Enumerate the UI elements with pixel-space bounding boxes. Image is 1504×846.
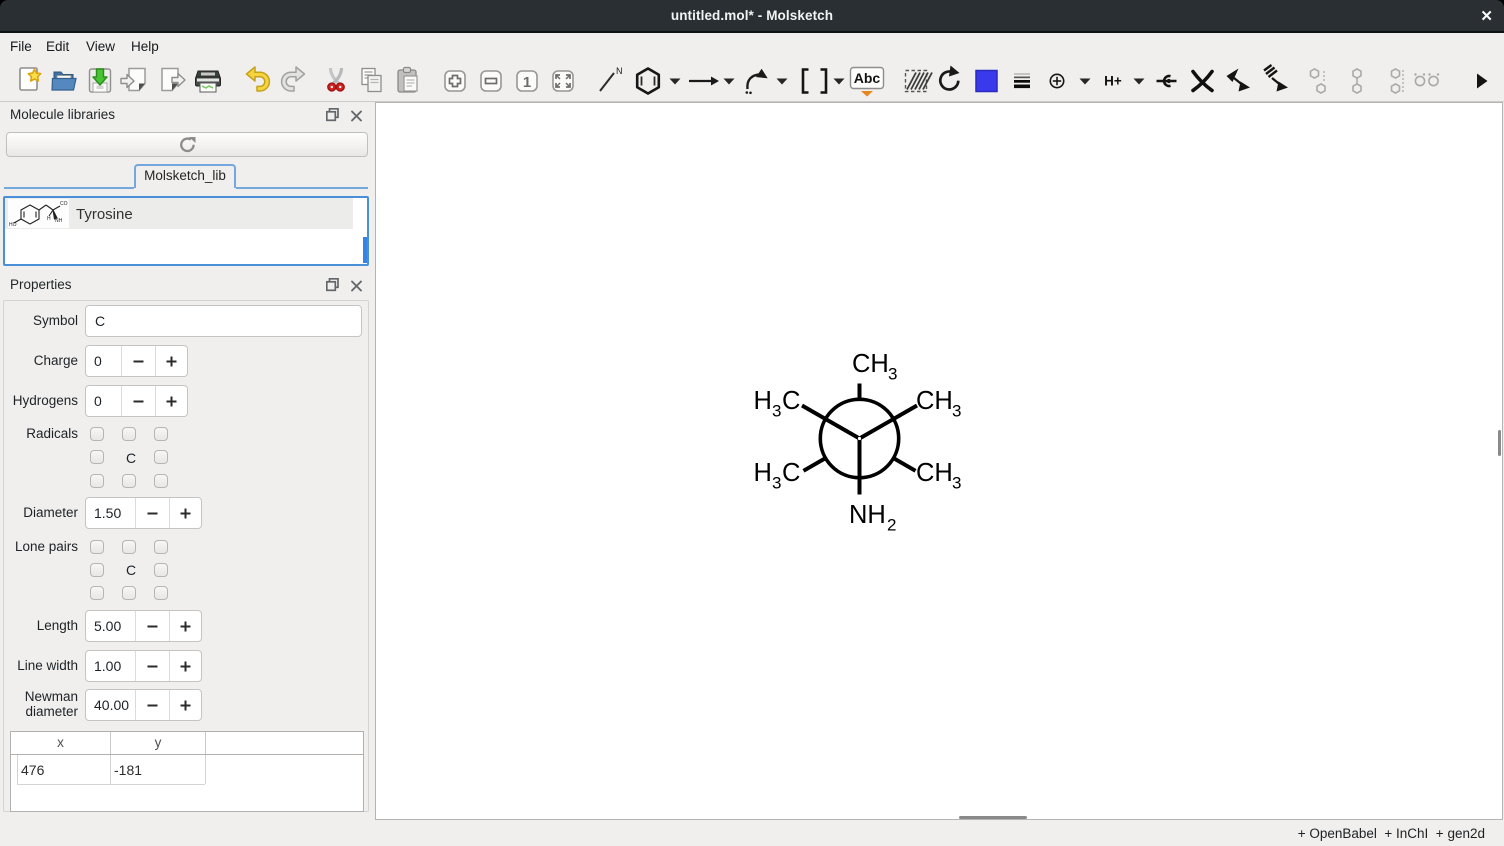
svg-text:3: 3 [952, 474, 961, 493]
svg-text:H: H [47, 216, 51, 222]
svg-text:CH: CH [852, 350, 889, 378]
svg-text:NH: NH [55, 218, 63, 224]
svg-text:H+: H+ [1104, 74, 1122, 89]
svg-text:H: H [754, 459, 772, 487]
svg-text:C: C [782, 387, 800, 415]
svg-text:HO: HO [9, 222, 17, 228]
svg-text:C: C [782, 459, 800, 487]
svg-text:NH: NH [849, 501, 886, 529]
svg-text:CH: CH [916, 387, 953, 415]
svg-text:Abc: Abc [854, 70, 881, 86]
svg-text:CO: CO [60, 201, 68, 207]
svg-text:3: 3 [772, 474, 781, 493]
svg-text:2: 2 [887, 516, 896, 535]
svg-text:3: 3 [952, 402, 961, 421]
svg-text:H: H [754, 387, 772, 415]
svg-text:1: 1 [523, 74, 531, 91]
svg-text:3: 3 [772, 402, 781, 421]
svg-text:3: 3 [888, 365, 897, 384]
svg-text:N: N [616, 66, 623, 76]
svg-text:CH: CH [916, 459, 953, 487]
